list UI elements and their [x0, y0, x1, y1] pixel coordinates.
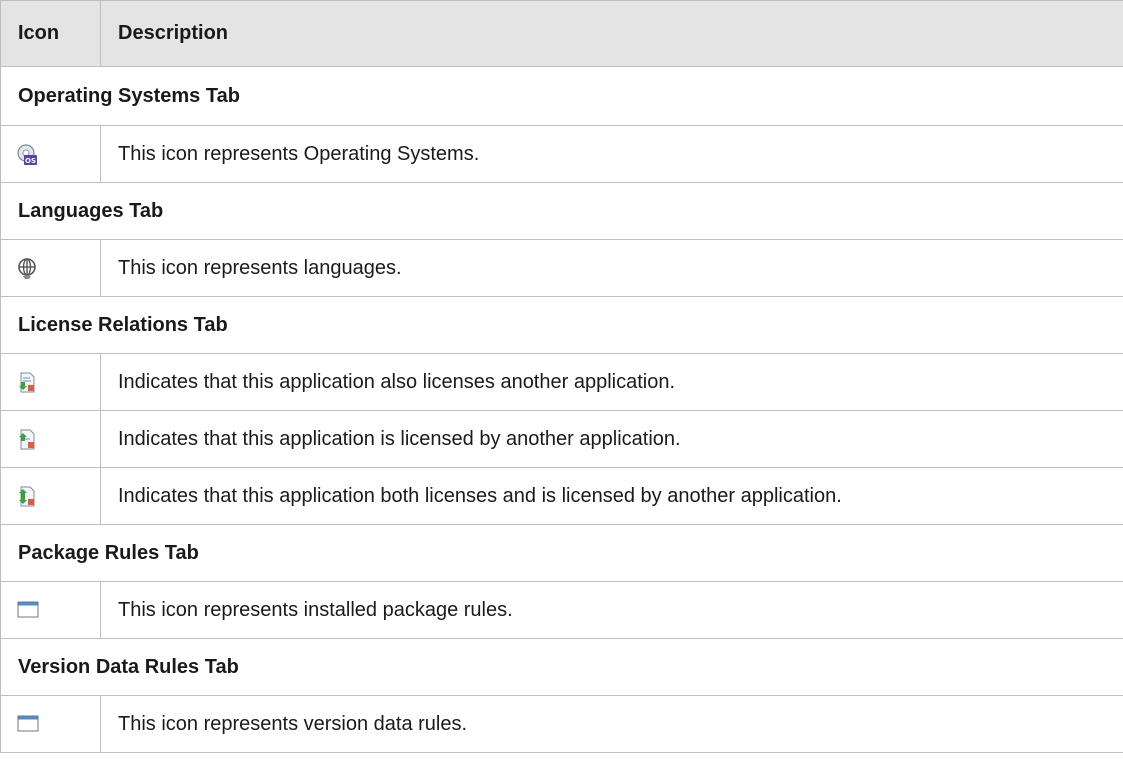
table-row: Indicates that this application also lic… [0, 353, 1123, 411]
table-row: Indicates that this application both lic… [0, 467, 1123, 525]
table-row: This icon represents installed package r… [0, 581, 1123, 639]
icon-cell [0, 467, 101, 525]
globe-icon [17, 258, 37, 280]
licenses-and-licensed-icon [17, 486, 37, 507]
section-title: Package Rules Tab [0, 524, 1123, 582]
row-description: This icon represents Operating Systems. [100, 125, 1123, 183]
table-row: Indicates that this application is licen… [0, 410, 1123, 468]
icon-cell: OS [0, 125, 101, 183]
icon-cell [0, 239, 101, 297]
row-description: This icon represents installed package r… [100, 581, 1123, 639]
window-icon [17, 600, 39, 620]
section-row: Package Rules Tab [0, 524, 1123, 582]
window-icon [17, 714, 39, 734]
row-description: Indicates that this application also lic… [100, 353, 1123, 411]
table-row: OS This icon represents Operating System… [0, 125, 1123, 183]
section-row: License Relations Tab [0, 296, 1123, 354]
icon-cell [0, 695, 101, 753]
row-description: Indicates that this application is licen… [100, 410, 1123, 468]
table-row: This icon represents version data rules. [0, 695, 1123, 753]
icon-cell [0, 410, 101, 468]
licenses-another-icon [17, 372, 37, 393]
header-description: Description [100, 0, 1123, 67]
section-row: Operating Systems Tab [0, 66, 1123, 126]
section-title: License Relations Tab [0, 296, 1123, 354]
licensed-by-another-icon [17, 429, 37, 450]
row-description: This icon represents languages. [100, 239, 1123, 297]
icon-cell [0, 353, 101, 411]
section-row: Languages Tab [0, 182, 1123, 240]
section-title: Operating Systems Tab [0, 66, 1123, 126]
row-description: This icon represents version data rules. [100, 695, 1123, 753]
section-row: Version Data Rules Tab [0, 638, 1123, 696]
header-icon: Icon [0, 0, 101, 67]
section-title: Languages Tab [0, 182, 1123, 240]
svg-text:OS: OS [25, 157, 36, 165]
icon-cell [0, 581, 101, 639]
table-row: This icon represents languages. [0, 239, 1123, 297]
table-header-row: Icon Description [0, 0, 1123, 67]
section-title: Version Data Rules Tab [0, 638, 1123, 696]
icon-description-table: Icon Description Operating Systems Tab O… [0, 0, 1123, 753]
row-description: Indicates that this application both lic… [100, 467, 1123, 525]
operating-system-icon: OS [17, 144, 37, 166]
